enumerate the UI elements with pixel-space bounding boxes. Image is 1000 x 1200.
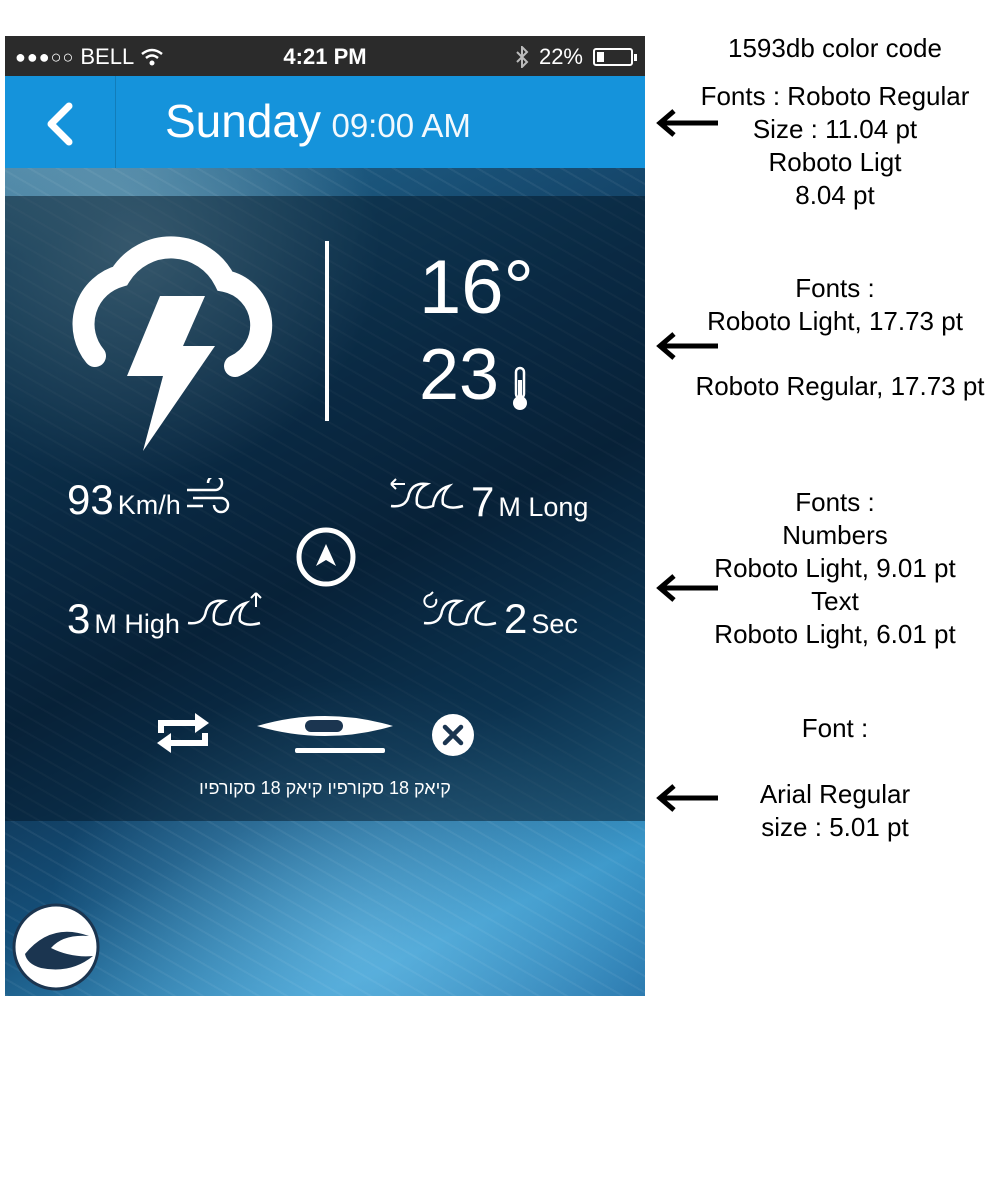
wind-speed: 93 Km/h (67, 476, 231, 524)
activity-caption: קיאק 18 סקורפיו קיאק 18 סקורפיו (199, 778, 451, 798)
note-line: 8.04 pt (795, 180, 875, 210)
header-bar: Sunday 09:00 AM (5, 76, 645, 168)
thermometer-icon (513, 366, 527, 410)
wave-period-value: 2 (504, 595, 528, 642)
repeat-icon[interactable] (155, 711, 211, 755)
temperature-font-note: Fonts : Roboto Light, 17.73 pt (680, 272, 990, 338)
temperature-high: 16° (419, 245, 534, 330)
temperature-divider (325, 241, 329, 421)
arrow-left-icon (656, 109, 718, 137)
wave-height: 3 M High (67, 591, 264, 643)
back-button[interactable] (5, 76, 116, 168)
note-line: Roboto Light, 9.01 pt (714, 553, 956, 583)
wave-period-icon (423, 591, 497, 626)
forecast-day: Sunday (165, 95, 322, 147)
design-annotations: 1593db color code Fonts : Roboto Regular… (650, 0, 995, 1200)
page-title: Sunday 09:00 AM (165, 94, 471, 148)
arrow-left-icon (656, 574, 718, 602)
temperature-font-note-2: Roboto Regular, 17.73 pt (695, 371, 985, 401)
chevron-left-icon (47, 102, 73, 146)
temperature-current: 23 (419, 335, 500, 415)
note-line: Fonts : (795, 487, 875, 517)
note-line: Numbers (782, 520, 888, 550)
wave-period: 2 Sec (420, 591, 578, 643)
note-line: Fonts : (795, 273, 875, 303)
bluetooth-icon (516, 46, 529, 68)
wave-length-icon (390, 478, 464, 509)
wind-speed-unit: Km/h (117, 490, 181, 520)
color-code-note: 1593db color code (728, 33, 942, 63)
note-line: Roboto Ligt (768, 147, 902, 177)
note-line: size : 5.01 pt (761, 812, 909, 842)
note-line: Arial Regular (759, 779, 911, 809)
note-line: Size : 11.04 pt (752, 114, 918, 144)
status-bar: ●●●○○ BELL 4:21 PM 22% (5, 36, 645, 76)
header-font-note: Fonts : Roboto Regular Size : 11.04 pt R… (680, 80, 990, 212)
wave-period-unit: Sec (531, 609, 578, 639)
wave-length-value: 7 (471, 478, 495, 525)
caption-font-label: Font : (801, 713, 869, 743)
wave-height-unit: M High (94, 609, 180, 639)
app-logo-icon (12, 903, 100, 991)
wind-icon (186, 478, 229, 514)
activity-actions (5, 706, 645, 776)
wind-speed-value: 93 (67, 476, 114, 523)
arrow-left-icon (656, 332, 718, 360)
direction-compass-icon[interactable] (295, 526, 357, 588)
status-right: 22% (515, 44, 637, 70)
thunderstorm-icon (72, 236, 273, 451)
battery-level (597, 52, 604, 62)
caption-font-note: Arial Regular size : 5.01 pt (680, 778, 990, 844)
wave-height-value: 3 (67, 595, 91, 642)
note-line: Text (811, 586, 859, 616)
note-line: Fonts : Roboto Regular (700, 81, 970, 111)
forecast-panel: 16° 23 93 Km/h 7 M Long 3 M High 2 Sec ק… (5, 196, 645, 821)
wave-length: 7 M Long (387, 476, 588, 526)
forecast-time: 09:00 AM (331, 107, 471, 144)
metric-font-note: Fonts : Numbers Roboto Light, 9.01 pt Te… (680, 486, 990, 651)
wave-length-unit: M Long (498, 492, 589, 522)
note-line: Roboto Light, 17.73 pt (707, 306, 963, 336)
battery-icon (593, 48, 637, 66)
close-icon[interactable] (430, 712, 476, 758)
note-line: Roboto Light, 6.01 pt (714, 619, 956, 649)
battery-percent: 22% (538, 44, 583, 69)
phone-screen: ●●●○○ BELL 4:21 PM 22% Sunday 09:00 AM 1… (5, 36, 645, 996)
wave-height-icon (187, 592, 262, 626)
kayak-icon (257, 716, 393, 753)
